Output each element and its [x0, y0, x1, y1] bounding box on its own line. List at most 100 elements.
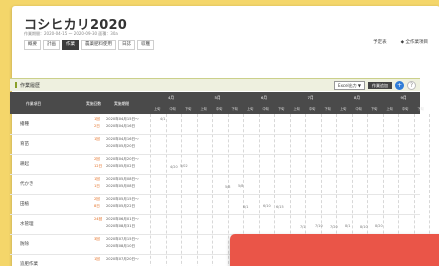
- period-subheader: 下旬: [231, 107, 238, 111]
- date-value: 2020年07月15日〜: [106, 237, 139, 241]
- period-subheader: 下旬: [324, 107, 331, 111]
- month-header: 5月: [214, 95, 221, 100]
- period-subheader: 中旬: [355, 107, 362, 111]
- count-value: 8日: [94, 204, 100, 208]
- screenshot-frame: コシヒカリ2020 作業期間：2020-04-15 〜 2020-09-30 面…: [0, 0, 439, 266]
- tab-harvest[interactable]: 収穫: [137, 40, 154, 50]
- section-header: 作業履歴 Excel出力 ▼ 作業追加 + ?: [10, 78, 420, 91]
- schedule-link[interactable]: 予定表: [373, 39, 387, 45]
- timeline-mark: 5/02: [180, 164, 188, 168]
- table-row[interactable]: 水管理 24回 2020年06月01日〜 2020年08月31日 7/1 7/10 7/20…: [10, 214, 420, 235]
- count-value: 24回: [94, 217, 103, 221]
- date-value: 2020年05月15日〜: [106, 197, 139, 201]
- table-row[interactable]: 田植 2回 2020年05月15日〜 8日 2020年05月22日 6/1 6/10 6/15: [10, 194, 420, 215]
- timeline-mark: 6/10: [263, 204, 271, 208]
- date-value: 2020年05月02日: [106, 164, 136, 168]
- timeline-mark: 5/8: [238, 184, 244, 188]
- tab-overview[interactable]: 概要: [24, 40, 41, 50]
- tab-chemicals[interactable]: 農薬肥料使用: [81, 40, 116, 50]
- section-marker: [15, 82, 17, 88]
- date-value: 2020年07月20日〜: [106, 257, 139, 261]
- period-subheader: 上旬: [340, 107, 347, 111]
- month-header: 7月: [307, 95, 314, 100]
- tab-plan[interactable]: 計画: [43, 40, 60, 50]
- section-title: 作業履歴: [15, 82, 40, 89]
- month-header: 8月: [354, 95, 361, 100]
- count-value: 2日: [94, 124, 100, 128]
- date-value: 2020年04月15日〜: [106, 117, 139, 121]
- count-value: 1回: [94, 117, 100, 121]
- timeline-mark: 8/20: [375, 224, 383, 228]
- period-subheader: 中旬: [309, 107, 316, 111]
- header-count: 実施回数: [86, 101, 102, 106]
- date-value: 2020年08月31日: [106, 224, 136, 228]
- timeline-mark: 7/10: [315, 224, 323, 228]
- count-value: 1回: [94, 137, 100, 141]
- work-item-label: 代かき: [20, 182, 34, 187]
- period-subheader: 上旬: [247, 107, 254, 111]
- period-subheader: 下旬: [278, 107, 285, 111]
- header-period: 実施期間: [114, 101, 130, 106]
- add-icon[interactable]: +: [395, 81, 404, 90]
- timeline-mark: 8/1: [345, 224, 351, 228]
- table-row[interactable]: 播種 1回 2020年04月15日〜 2日 2020年04月16日 4/1: [10, 114, 420, 135]
- date-value: 2020年05月20日: [106, 144, 136, 148]
- date-value: 2020年04月20日〜: [106, 157, 139, 161]
- timeline-mark: 6/15: [276, 205, 284, 209]
- count-value: 12日: [94, 164, 103, 168]
- count-value: 1回: [94, 177, 100, 181]
- timeline-mark: 6/1: [243, 205, 249, 209]
- table-row[interactable]: 耕起 2回 2020年04月20日〜 12日 2020年05月02日 4/20 5/02: [10, 154, 420, 175]
- work-item-label: 耕起: [20, 162, 29, 167]
- period-subheader: 上旬: [293, 107, 300, 111]
- all-items-link[interactable]: ◆ 全作業項目: [401, 39, 428, 45]
- page-subtitle: 作業期間：2020-04-15 〜 2020-09-30 面積：30a: [24, 31, 118, 36]
- date-value: 2020年04月16日〜: [106, 137, 139, 141]
- period-subheader: 下旬: [371, 107, 378, 111]
- period-subheader: 中旬: [169, 107, 176, 111]
- month-header: 6月: [261, 95, 268, 100]
- period-subheader: 上旬: [154, 107, 161, 111]
- period-subheader: 中旬: [216, 107, 223, 111]
- timeline-mark: 4/1: [160, 117, 166, 121]
- count-value: 1回: [94, 257, 100, 261]
- date-value: 2020年05月08日〜: [106, 177, 139, 181]
- tab-work[interactable]: 作業: [62, 40, 79, 50]
- count-value: 1日: [94, 184, 100, 188]
- table-header: 作業項目 実施回数 実施期間 4月 上旬 中旬 下旬 5月 上旬 中旬 下旬 6月 上旬 中旬 下旬 7…: [10, 92, 424, 114]
- date-value: 2020年04月16日: [106, 124, 136, 128]
- header-work-item: 作業項目: [26, 101, 42, 106]
- tab-bar: 概要 計画 作業 農薬肥料使用 日誌 収穫: [24, 40, 154, 50]
- red-banner: [230, 234, 439, 266]
- work-item-label: 育苗: [20, 142, 29, 147]
- add-work-button[interactable]: 作業追加: [368, 82, 392, 89]
- help-icon[interactable]: ?: [407, 81, 416, 90]
- table-row[interactable]: 代かき 1回 2020年05月08日〜 1日 2020年05月08日 5/8 5/8: [10, 174, 420, 195]
- date-value: 2020年08月10日: [106, 244, 136, 248]
- period-subheader: 中旬: [402, 107, 409, 111]
- work-item-label: 田植: [20, 202, 29, 207]
- period-subheader: 下旬: [185, 107, 192, 111]
- month-header: 9月: [400, 95, 407, 100]
- table-row[interactable]: 育苗 1回 2020年04月16日〜 2020年05月20日: [10, 134, 420, 155]
- count-value: 3回: [94, 237, 100, 241]
- period-subheader: 上旬: [386, 107, 393, 111]
- excel-export-button[interactable]: Excel出力 ▼: [334, 81, 365, 90]
- work-item-label: 水管理: [20, 222, 34, 227]
- period-subheader: 下旬: [417, 107, 424, 111]
- date-value: 2020年05月22日: [106, 204, 136, 208]
- timeline-mark: 7/20: [330, 225, 338, 229]
- work-item-label: 防除: [20, 242, 29, 247]
- count-value: 2回: [94, 157, 100, 161]
- tab-diary[interactable]: 日誌: [118, 40, 135, 50]
- work-item-label: 追肥作業: [20, 262, 38, 266]
- period-subheader: 上旬: [200, 107, 207, 111]
- date-value: 2020年05月08日: [106, 184, 136, 188]
- timeline-mark: 8/10: [360, 225, 368, 229]
- count-value: 2回: [94, 197, 100, 201]
- date-value: 2020年06月01日〜: [106, 217, 139, 221]
- section-actions: Excel出力 ▼ 作業追加 + ?: [334, 81, 416, 90]
- work-item-label: 播種: [20, 122, 29, 127]
- timeline-mark: 7/1: [300, 225, 306, 229]
- header-links: 予定表 ◆ 全作業項目: [373, 39, 428, 45]
